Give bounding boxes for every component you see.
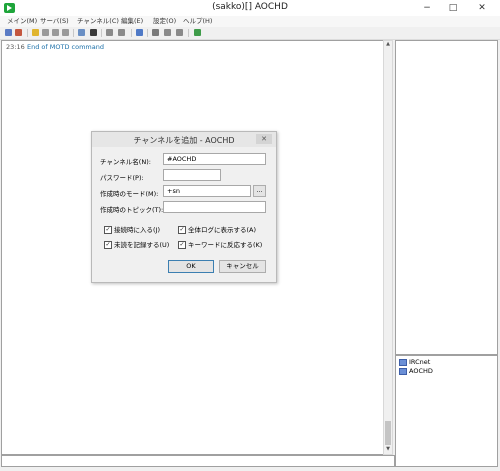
- checkbox-track-unread[interactable]: ✓ 未読を記録する(U): [104, 239, 169, 249]
- menu-channel[interactable]: チャンネル(C): [77, 16, 119, 27]
- tree-item-server[interactable]: IRCnet: [399, 358, 430, 366]
- connect-icon[interactable]: [5, 29, 12, 36]
- checkbox-check-icon[interactable]: ✓: [178, 241, 186, 249]
- checkbox-show-in-global-log[interactable]: ✓ 全体ログに表示する(A): [178, 224, 256, 234]
- nick-list-pane[interactable]: [395, 40, 498, 355]
- toolbar-separator: [131, 29, 132, 37]
- disconnect-icon[interactable]: [15, 29, 22, 36]
- scrollbar-thumb[interactable]: [385, 421, 391, 445]
- channel-tree-pane[interactable]: IRCnet AOCHD: [395, 355, 498, 467]
- message-icon[interactable]: [118, 29, 125, 36]
- password-label: パスワード(P):: [100, 174, 144, 182]
- toolbar: [0, 27, 500, 40]
- toolbar-separator: [147, 29, 148, 37]
- server-icon: [399, 358, 407, 366]
- lock-icon[interactable]: [106, 29, 113, 36]
- channel-icon: [399, 367, 407, 375]
- folder-icon[interactable]: [32, 29, 39, 36]
- tree-item-label: IRCnet: [409, 358, 431, 366]
- log-icon[interactable]: [194, 29, 201, 36]
- paste-icon[interactable]: [176, 29, 183, 36]
- message-input[interactable]: [1, 455, 395, 467]
- mode-label: 作成時のモード(M):: [100, 190, 159, 198]
- nick-icon[interactable]: [78, 29, 85, 36]
- toolbar-separator: [27, 29, 28, 37]
- toolbar-separator: [188, 29, 189, 37]
- part-icon[interactable]: [52, 29, 59, 36]
- toolbar-separator: [101, 29, 102, 37]
- minimize-button[interactable]: −: [417, 0, 437, 16]
- log-timestamp: 23:16: [6, 43, 25, 51]
- mode-input[interactable]: +sn: [163, 185, 251, 197]
- menu-edit[interactable]: 編集(E): [121, 16, 143, 27]
- menu-bar: メイン(M) サーバ(S) チャンネル(C) 編集(E) 設定(O) ヘルプ(H…: [0, 16, 500, 27]
- topic-input[interactable]: [163, 201, 266, 213]
- checkbox-check-icon[interactable]: ✓: [178, 226, 186, 234]
- search-icon[interactable]: [152, 29, 159, 36]
- scroll-up-icon[interactable]: ▲: [384, 41, 392, 49]
- tree-item-label: AOCHD: [409, 367, 433, 375]
- menu-settings[interactable]: 設定(O): [153, 16, 176, 27]
- channel-name-input[interactable]: #AOCHD: [163, 153, 266, 165]
- toolbar-separator: [73, 29, 74, 37]
- menu-server[interactable]: サーバ(S): [40, 16, 69, 27]
- settings-icon[interactable]: [136, 29, 143, 36]
- checkbox-react-to-keywords[interactable]: ✓ キーワードに反応する(K): [178, 239, 262, 249]
- menu-help[interactable]: ヘルプ(H): [183, 16, 212, 27]
- checkbox-label: 未読を記録する(U): [114, 241, 170, 249]
- topic-label: 作成時のトピック(T):: [100, 206, 164, 214]
- cancel-button[interactable]: キャンセル: [219, 260, 266, 273]
- scroll-down-icon[interactable]: ▼: [384, 446, 392, 454]
- maximize-button[interactable]: □: [443, 0, 463, 16]
- title-bar: (sakko)[] AOCHD − □ ✕: [0, 0, 500, 16]
- menu-main[interactable]: メイン(M): [7, 16, 37, 27]
- join-icon[interactable]: [42, 29, 49, 36]
- dialog-close-button[interactable]: ✕: [256, 134, 272, 144]
- checkbox-label: 接続時に入る(J): [114, 226, 160, 234]
- checkbox-join-on-connect[interactable]: ✓ 接続時に入る(J): [104, 224, 160, 234]
- mode-browse-button[interactable]: ...: [253, 185, 266, 197]
- log-message: End of MOTD command: [27, 43, 104, 51]
- checkbox-check-icon[interactable]: ✓: [104, 241, 112, 249]
- channel-list-icon[interactable]: [62, 29, 69, 36]
- monitor-icon[interactable]: [90, 29, 97, 36]
- checkbox-label: キーワードに反応する(K): [188, 241, 263, 249]
- copy-icon[interactable]: [164, 29, 171, 36]
- checkbox-label: 全体ログに表示する(A): [188, 226, 257, 234]
- checkbox-check-icon[interactable]: ✓: [104, 226, 112, 234]
- password-input[interactable]: [163, 169, 221, 181]
- channel-name-label: チャンネル名(N):: [100, 158, 151, 166]
- log-scrollbar[interactable]: ▲ ▼: [383, 40, 393, 455]
- ok-button[interactable]: OK: [168, 260, 214, 273]
- dialog-title-bar[interactable]: チャンネルを追加 - AOCHD ✕: [92, 132, 276, 147]
- add-channel-dialog: チャンネルを追加 - AOCHD ✕ チャンネル名(N): #AOCHD パスワ…: [91, 131, 277, 283]
- dialog-title: チャンネルを追加 - AOCHD: [133, 136, 235, 145]
- tree-item-channel[interactable]: AOCHD: [399, 367, 433, 375]
- close-button[interactable]: ✕: [472, 0, 492, 16]
